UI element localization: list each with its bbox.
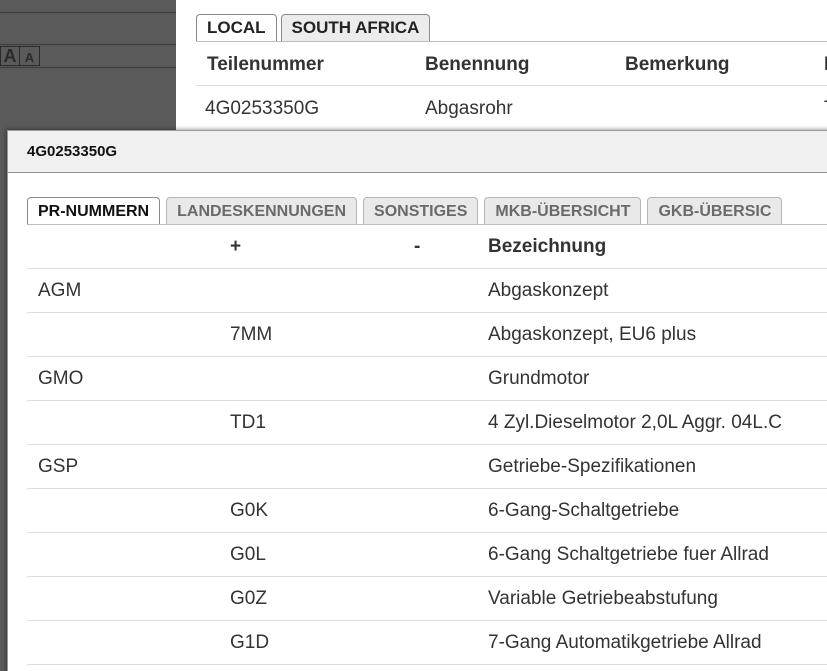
table-row[interactable]: G0K 6-Gang-Schaltgetriebe	[27, 489, 827, 533]
part-details-dialog: 4G0253350G PR-NUMMERN LANDESKENNUNGEN SO…	[7, 130, 827, 671]
tab-local[interactable]: LOCAL	[196, 14, 277, 41]
parts-table-header: Teilenummer Benennung Bemerkung L	[196, 42, 827, 86]
description-cell: Abgaskonzept, EU6 plus	[488, 324, 697, 345]
tab-mkb-uebersicht[interactable]: MKB-ÜBERSICHT	[484, 197, 642, 224]
column-header-minus[interactable]: -	[414, 236, 420, 258]
plus-cell: G1D	[230, 632, 270, 653]
table-row[interactable]: 4G0253350G Abgasrohr T	[196, 87, 827, 131]
font-size-control: A A	[0, 46, 40, 66]
column-header-benennung[interactable]: Benennung	[425, 54, 530, 76]
description-cell: Abgaskonzept	[488, 280, 609, 301]
panel-divider	[0, 67, 176, 68]
description-cell: 6-Gang Schaltgetriebe fuer Allrad	[488, 544, 769, 565]
plus-cell: G0K	[230, 500, 269, 521]
description-cell: 7-Gang Automatikgetriebe Allrad	[488, 632, 762, 653]
plus-cell: G0L	[230, 544, 266, 565]
table-row[interactable]: G0L 6-Gang Schaltgetriebe fuer Allrad	[27, 533, 827, 577]
description-cell: Grundmotor	[488, 368, 590, 389]
table-row[interactable]: GSP Getriebe-Spezifikationen	[27, 445, 827, 489]
table-row[interactable]: G0Z Variable Getriebeabstufung	[27, 577, 827, 621]
column-header-plus[interactable]: +	[230, 236, 241, 258]
table-row[interactable]: 7MM Abgaskonzept, EU6 plus	[27, 313, 827, 357]
tab-gkb-uebersicht[interactable]: GKB-ÜBERSIC	[647, 197, 783, 224]
description-cell: 4 Zyl.Dieselmotor 2,0L Aggr. 04L.C	[488, 412, 782, 433]
tab-landeskennungen[interactable]: LANDESKENNUNGEN	[166, 197, 358, 224]
description-cell: Getriebe-Spezifikationen	[488, 456, 697, 477]
plus-cell: 7MM	[230, 324, 273, 345]
increase-font-button[interactable]: A	[0, 46, 20, 66]
dialog-title: 4G0253350G	[8, 131, 827, 173]
description-cell: 6-Gang-Schaltgetriebe	[488, 500, 680, 521]
table-header: + - Bezeichnung	[27, 225, 827, 269]
table-row[interactable]: GMO Grundmotor	[27, 357, 827, 401]
table-row[interactable]: G1D 7-Gang Automatikgetriebe Allrad	[27, 621, 827, 665]
parts-view: LOCAL SOUTH AFRICA Teilenummer Benennung…	[176, 0, 827, 140]
table-row[interactable]: AGM Abgaskonzept	[27, 269, 827, 313]
table-row[interactable]: TD1 4 Zyl.Dieselmotor 2,0L Aggr. 04L.C	[27, 401, 827, 445]
region-tabs: LOCAL SOUTH AFRICA	[196, 14, 434, 41]
part-number: 4G0253350G	[205, 98, 320, 119]
family-cell: GSP	[38, 456, 79, 477]
column-header-bezeichnung[interactable]: Bezeichnung	[488, 236, 606, 258]
family-cell: AGM	[38, 280, 82, 301]
column-header-bemerkung[interactable]: Bemerkung	[625, 54, 730, 76]
column-header-teilenummer[interactable]: Teilenummer	[207, 54, 324, 76]
description-cell: Variable Getriebeabstufung	[488, 588, 718, 609]
family-cell: GMO	[38, 368, 84, 389]
panel-divider	[0, 12, 176, 13]
plus-cell: TD1	[230, 412, 266, 433]
part-name: Abgasrohr	[425, 98, 513, 119]
panel-divider	[0, 44, 176, 45]
plus-cell: G0Z	[230, 588, 267, 609]
tab-south-africa[interactable]: SOUTH AFRICA	[280, 14, 431, 41]
dialog-tabs: PR-NUMMERN LANDESKENNUNGEN SONSTIGES MKB…	[27, 197, 788, 224]
pr-numbers-table: + - Bezeichnung AGM Abgaskonzept 7MM Abg…	[27, 225, 827, 665]
decrease-font-button[interactable]: A	[20, 46, 40, 66]
tab-sonstiges[interactable]: SONSTIGES	[363, 197, 479, 224]
tab-pr-nummern[interactable]: PR-NUMMERN	[27, 197, 161, 224]
